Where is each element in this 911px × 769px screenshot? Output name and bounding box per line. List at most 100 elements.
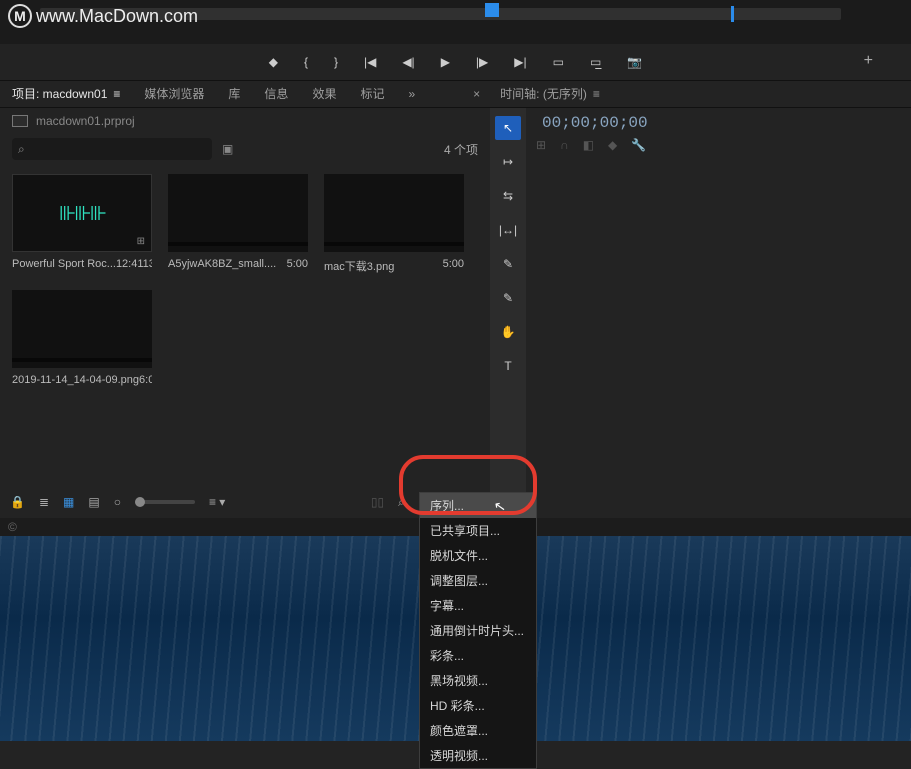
menu-item-adjustment-layer[interactable]: 调整图层... xyxy=(420,568,536,593)
razor-tool-icon[interactable]: |↔| xyxy=(495,218,521,242)
preview-track[interactable] xyxy=(40,8,841,20)
preview-playhead[interactable] xyxy=(485,3,499,17)
project-header: macdown01.prproj xyxy=(0,108,490,134)
hand-tool-icon[interactable]: ✋ xyxy=(495,320,521,344)
filter-bin-icon[interactable]: ▣ xyxy=(222,142,236,156)
clip-name: A5yjwAK8BZ_small.... xyxy=(168,258,276,270)
preview-timeline-area xyxy=(0,0,911,44)
clip-item[interactable]: ⊪⊪⊪⊞ Powerful Sport Roc...12:41136 xyxy=(12,174,152,274)
clip-duration: 5:00 xyxy=(287,258,308,270)
clip-thumbnail xyxy=(12,290,152,368)
tab-project[interactable]: 项目: macdown01 ≡ xyxy=(0,80,132,108)
preview-end-marker xyxy=(731,6,734,22)
icon-view-icon[interactable]: ▦ xyxy=(63,495,74,509)
menu-item-color-matte[interactable]: 颜色遮罩... xyxy=(420,718,536,743)
ripple-edit-icon[interactable]: ⇆ xyxy=(495,184,521,208)
clip-duration: 5:00 xyxy=(443,258,464,274)
slip-tool-icon[interactable]: ✎ xyxy=(495,252,521,276)
cc-icon: © xyxy=(8,520,17,534)
mark-in-icon[interactable]: { xyxy=(304,55,308,69)
search-icon: ⌕ xyxy=(18,142,25,157)
project-thumbnails: ⊪⊪⊪⊞ Powerful Sport Roc...12:41136 A5yjw… xyxy=(0,168,490,392)
clip-duration: 6:00 xyxy=(139,374,152,386)
clip-thumbnail xyxy=(324,174,464,252)
sort-icon[interactable]: ≡ ▾ xyxy=(209,495,225,509)
menu-item-countdown[interactable]: 通用倒计时片头... xyxy=(420,618,536,643)
tab-effects[interactable]: 效果 xyxy=(300,80,348,108)
zoom-handle[interactable] xyxy=(135,497,145,507)
menu-item-black-video[interactable]: 黑场视频... xyxy=(420,668,536,693)
clip-item[interactable]: A5yjwAK8BZ_small.... 5:00 xyxy=(168,174,308,274)
linked-sel-icon[interactable]: ◧ xyxy=(583,138,594,152)
clip-item[interactable]: mac下载3.png 5:00 xyxy=(324,174,464,274)
menu-item-shared-project[interactable]: 已共享项目... xyxy=(420,518,536,543)
menu-item-sequence[interactable]: 序列... xyxy=(420,493,536,518)
track-select-fwd-icon[interactable]: ↦ xyxy=(495,150,521,174)
freeform-view-icon[interactable]: ▤ xyxy=(88,495,99,509)
zoom-slider[interactable] xyxy=(135,500,195,504)
clip-name: mac下载3.png xyxy=(324,258,394,274)
tab-markers[interactable]: 标记 xyxy=(348,80,396,108)
mark-out-icon[interactable]: } xyxy=(334,55,338,69)
marker-icon[interactable]: ◆ xyxy=(608,138,617,152)
close-panel-icon[interactable]: × xyxy=(473,87,480,101)
step-back-icon[interactable]: ◀| xyxy=(402,55,414,69)
auto-match-icon[interactable]: ▯▯ xyxy=(371,495,384,509)
play-icon[interactable]: ▶ xyxy=(441,55,450,69)
extract-icon[interactable]: ▭̲ xyxy=(590,55,601,69)
zoom-min-icon: ○ xyxy=(114,495,121,509)
insert-icon[interactable]: ⊞ xyxy=(536,138,546,152)
clip-item[interactable]: 2019-11-14_14-04-09.png6:00 xyxy=(12,290,152,386)
panel-menu-icon[interactable]: ≡ xyxy=(593,80,600,108)
panel-tabs: 项目: macdown01 ≡ 媒体浏览器 库 信息 效果 标记 » × 时间轴… xyxy=(0,80,911,108)
clip-name: 2019-11-14_14-04-09.png xyxy=(12,374,139,386)
tab-media-browser[interactable]: 媒体浏览器 xyxy=(132,80,216,108)
timeline-panel: 00;00;00;00 ⊞ ∩ ◧ ◆ 🔧 xyxy=(526,108,911,518)
snapshot-icon[interactable]: 📷 xyxy=(627,55,642,69)
project-search-row: ⌕ ▣ 4 个项 xyxy=(0,134,490,168)
timecode[interactable]: 00;00;00;00 xyxy=(542,114,901,132)
item-count: 4 个项 xyxy=(444,141,478,158)
tab-project-label: 项目: macdown01 xyxy=(12,80,107,108)
project-filename: macdown01.prproj xyxy=(36,114,135,128)
project-footer: 🔒 ≣ ▦ ▤ ○ ≡ ▾ ▯▯ ⌕ ▮ ◪ 🗑 xyxy=(0,486,490,518)
goto-out-icon[interactable]: ▶| xyxy=(514,55,526,69)
add-marker-icon[interactable]: ◆ xyxy=(269,55,278,69)
audio-waveform-icon: ⊪⊪⊪ xyxy=(59,201,105,226)
clip-name: Powerful Sport Roc... xyxy=(12,258,116,270)
panel-menu-icon[interactable]: ≡ xyxy=(113,80,120,108)
selection-tool-icon[interactable]: ↖ xyxy=(495,116,521,140)
lift-icon[interactable]: ▭ xyxy=(553,55,564,69)
settings-icon[interactable]: 🔧 xyxy=(631,138,646,152)
project-folder-icon xyxy=(12,115,28,127)
tab-library[interactable]: 库 xyxy=(216,80,252,108)
snap-icon[interactable]: ∩ xyxy=(560,138,569,152)
menu-item-hd-bars[interactable]: HD 彩条... xyxy=(420,693,536,718)
tab-timeline-label: 时间轴: (无序列) xyxy=(500,80,587,108)
menu-item-captions[interactable]: 字幕... xyxy=(420,593,536,618)
menu-item-bars[interactable]: 彩条... xyxy=(420,643,536,668)
button-editor-icon[interactable]: + xyxy=(864,52,873,70)
tab-overflow[interactable]: » xyxy=(396,80,427,108)
clip-duration: 12:41136 xyxy=(116,258,152,270)
list-view-icon[interactable]: ≣ xyxy=(39,495,49,509)
tab-info[interactable]: 信息 xyxy=(252,80,300,108)
step-fwd-icon[interactable]: |▶ xyxy=(476,55,488,69)
write-lock-icon[interactable]: 🔒 xyxy=(10,495,25,509)
tool-strip: ↖ ↦ ⇆ |↔| ✎ ✎ ✋ T xyxy=(490,108,526,518)
new-item-context-menu: 序列... 已共享项目... 脱机文件... 调整图层... 字幕... 通用倒… xyxy=(419,492,537,769)
search-input[interactable]: ⌕ xyxy=(12,138,212,160)
clip-thumbnail xyxy=(168,174,308,252)
clip-thumbnail: ⊪⊪⊪⊞ xyxy=(12,174,152,252)
project-panel: macdown01.prproj ⌕ ▣ 4 个项 ⊪⊪⊪⊞ Powerful … xyxy=(0,108,490,518)
menu-item-transparent-video[interactable]: 透明视频... xyxy=(420,743,536,768)
pen-tool-icon[interactable]: ✎ xyxy=(495,286,521,310)
transport-controls: ◆ { } |◀ ◀| ▶ |▶ ▶| ▭ ▭̲ 📷 + xyxy=(0,44,911,80)
goto-in-icon[interactable]: |◀ xyxy=(364,55,376,69)
tab-timeline[interactable]: 时间轴: (无序列) ≡ xyxy=(488,80,612,108)
main-area: macdown01.prproj ⌕ ▣ 4 个项 ⊪⊪⊪⊞ Powerful … xyxy=(0,108,911,518)
timeline-settings: ⊞ ∩ ◧ ◆ 🔧 xyxy=(536,138,901,152)
menu-item-offline-file[interactable]: 脱机文件... xyxy=(420,543,536,568)
find-icon[interactable]: ⌕ xyxy=(398,495,405,510)
type-tool-icon[interactable]: T xyxy=(495,354,521,378)
